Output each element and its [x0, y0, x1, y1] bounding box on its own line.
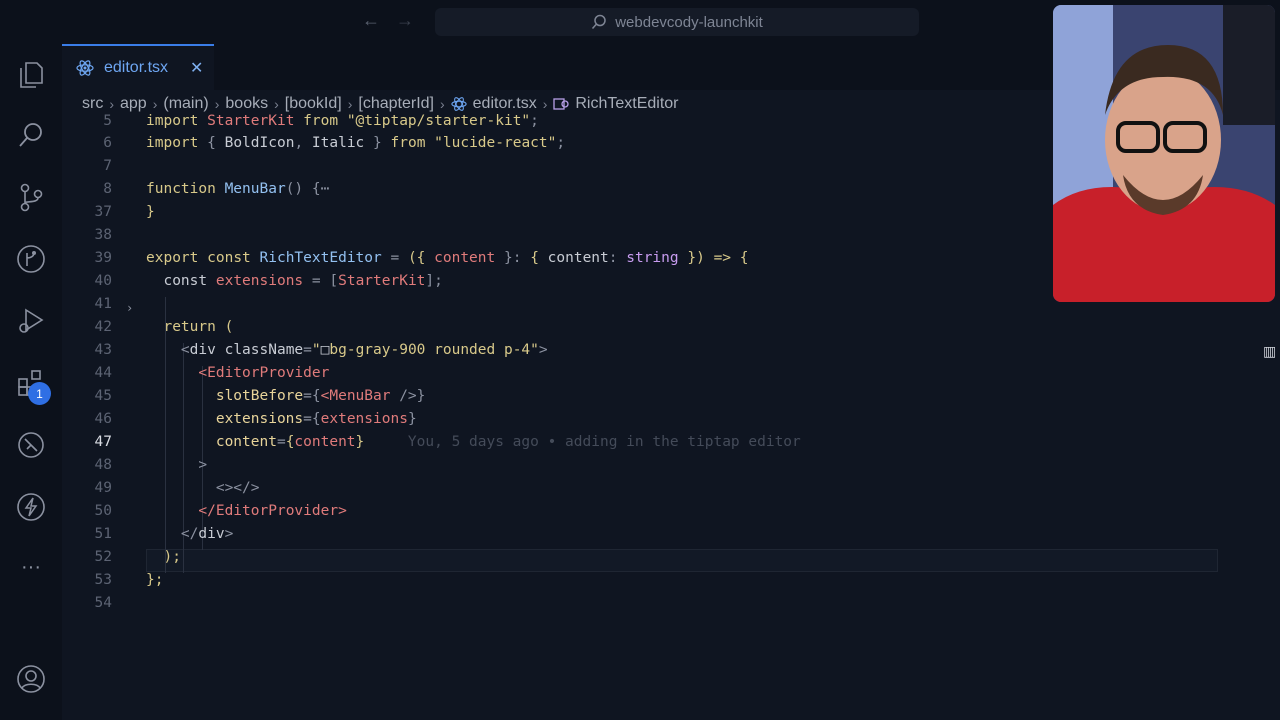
- code-line: 51 </div>: [62, 523, 1162, 546]
- tab-editor-tsx[interactable]: editor.tsx ✕: [62, 44, 214, 90]
- minimap-slider-icon[interactable]: ▥: [1263, 343, 1277, 359]
- line-number: 52: [94, 549, 112, 565]
- line-number: 7: [103, 158, 112, 174]
- code-line: 38: [62, 224, 1162, 247]
- line-number: 41: [94, 296, 112, 312]
- back-arrow-icon[interactable]: ←: [362, 10, 380, 31]
- code-line: 46 extensions={extensions}: [62, 408, 1162, 431]
- forward-arrow-icon[interactable]: →: [396, 10, 414, 31]
- webcam-overlay: [1053, 5, 1275, 302]
- search-icon[interactable]: [14, 118, 48, 152]
- search-icon: [592, 14, 606, 29]
- code-line: 6 import { BoldIcon, Italic } from "lucid…: [62, 132, 1162, 155]
- command-center-search[interactable]: webdevcody-launchkit: [435, 8, 919, 36]
- code-line: 49 <></>: [62, 477, 1162, 500]
- line-number: 50: [94, 503, 112, 519]
- code-line: 53};: [62, 569, 1162, 592]
- line-number: 44: [94, 365, 112, 381]
- extensions-badge: 1: [28, 382, 51, 405]
- remote-explorer-icon[interactable]: [14, 428, 48, 462]
- line-number: 53: [94, 572, 112, 588]
- code-line: 8 function MenuBar() {⋯: [62, 178, 1162, 201]
- code-line: 54: [62, 592, 1162, 615]
- line-number: 48: [94, 457, 112, 473]
- code-line: 45 slotBefore={<MenuBar />}: [62, 385, 1162, 408]
- code-line: 52 );: [62, 546, 1162, 569]
- code-line: 50 </EditorProvider>: [62, 500, 1162, 523]
- line-number: 46: [94, 411, 112, 427]
- code-line: 37}: [62, 201, 1162, 224]
- lightning-icon[interactable]: [14, 490, 48, 524]
- tab-label: editor.tsx: [104, 59, 169, 76]
- line-number: 6: [103, 135, 112, 151]
- line-number: 45: [94, 388, 112, 404]
- code-line: 5 import StarterKit from "@tiptap/starter…: [62, 110, 1162, 133]
- git-graph-icon[interactable]: [14, 242, 48, 276]
- workspace-name: webdevcody-launchkit: [615, 13, 763, 31]
- code-line: 48 >: [62, 454, 1162, 477]
- source-control-icon[interactable]: [14, 180, 48, 214]
- code-line: 39 export const RichTextEditor = ({ conte…: [62, 247, 1162, 270]
- line-number: 54: [94, 595, 112, 611]
- symbol-method-icon: [553, 98, 570, 110]
- close-icon[interactable]: ✕: [190, 58, 203, 78]
- more-icon[interactable]: ···: [14, 550, 48, 584]
- line-number: 49: [94, 480, 112, 496]
- react-icon: [76, 60, 94, 76]
- code-line: 7: [62, 155, 1162, 178]
- line-number: 37: [94, 204, 112, 220]
- line-number: 42: [94, 319, 112, 335]
- run-debug-icon[interactable]: [14, 304, 48, 338]
- code-line: 47 content={content} You, 5 days ago • a…: [62, 431, 1162, 454]
- code-line: 42 return (: [62, 316, 1162, 339]
- line-number: 51: [94, 526, 112, 542]
- git-blame-annotation: You, 5 days ago • adding in the tiptap e…: [407, 434, 801, 450]
- account-icon[interactable]: [14, 662, 48, 696]
- code-line: 40 const extensions = [StarterKit];: [62, 270, 1162, 293]
- line-number: 8: [103, 181, 112, 197]
- line-number: 47: [94, 434, 112, 450]
- line-number: 39: [94, 250, 112, 266]
- line-number: 43: [94, 342, 112, 358]
- code-line: 43 <div className="□bg-gray-900 rounded …: [62, 339, 1162, 362]
- line-number: 5: [103, 113, 112, 129]
- line-number: 38: [94, 227, 112, 243]
- files-icon[interactable]: [14, 58, 48, 92]
- code-line: 44 <EditorProvider: [62, 362, 1162, 385]
- line-number: 40: [94, 273, 112, 289]
- code-line: 41: [62, 293, 1162, 316]
